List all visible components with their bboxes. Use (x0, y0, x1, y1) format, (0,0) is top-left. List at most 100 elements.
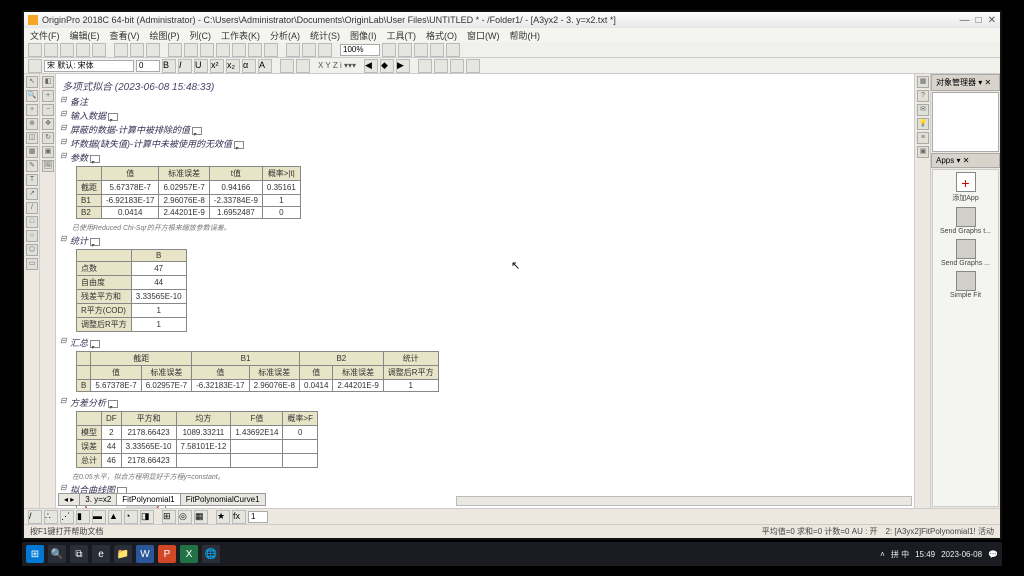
area-plot-button[interactable]: ▲ (108, 510, 122, 524)
arrow-left-button[interactable]: ◀ (364, 59, 378, 73)
bold-button[interactable]: B (162, 59, 176, 73)
add-column-button[interactable] (318, 43, 332, 57)
import-single-button[interactable] (130, 43, 144, 57)
word-icon[interactable]: W (136, 545, 154, 563)
refresh-button[interactable] (248, 43, 262, 57)
italic-button[interactable]: I (178, 59, 192, 73)
scatter-plot-button[interactable]: ∴ (44, 510, 58, 524)
column-plot-button[interactable]: ▮ (76, 510, 90, 524)
function-plot-button[interactable]: fx (232, 510, 246, 524)
pointer-button[interactable] (28, 59, 42, 73)
menu-format[interactable]: 格式(O) (426, 29, 457, 42)
text-tool[interactable]: T (26, 174, 38, 186)
recalculate-button[interactable] (286, 43, 300, 57)
dropdown-icon[interactable] (90, 155, 100, 163)
polygon-tool[interactable]: ⬠ (26, 244, 38, 256)
antialias-button[interactable] (466, 59, 480, 73)
apps-header[interactable]: Apps ▾ ✕ (931, 153, 1000, 168)
results-log-button[interactable] (414, 43, 428, 57)
edge-icon[interactable]: e (92, 545, 110, 563)
rect-tool[interactable]: □ (26, 216, 38, 228)
open-button[interactable] (44, 43, 58, 57)
explorer-icon[interactable]: 📁 (114, 545, 132, 563)
sheet-nav[interactable]: ◂ ▸ (58, 493, 80, 506)
draw-data-tool[interactable]: ✎ (26, 160, 38, 172)
underline-button[interactable]: U (194, 59, 208, 73)
notifications-icon[interactable]: 💬 (988, 550, 998, 559)
maximize-button[interactable]: □ (976, 15, 982, 26)
stats-plot-button[interactable]: ⊞ (162, 510, 176, 524)
dropdown-icon[interactable] (108, 113, 118, 121)
roi-tool[interactable]: ◧ (42, 76, 54, 88)
fontsize-combo[interactable] (136, 60, 160, 72)
zoom-tool[interactable]: 🔍 (26, 90, 38, 102)
new-notes-button[interactable] (232, 43, 246, 57)
object-manager-header[interactable]: 对象管理器 ▾ ✕ (931, 74, 1000, 91)
superscript-button[interactable]: x² (210, 59, 224, 73)
duplicate-button[interactable] (264, 43, 278, 57)
messages-toggle[interactable]: ✉ (917, 104, 929, 116)
task-view-button[interactable]: ⧉ (70, 545, 88, 563)
scale-out-tool[interactable]: − (42, 104, 54, 116)
subscript-button[interactable]: x₂ (226, 59, 240, 73)
menu-plot[interactable]: 绘图(P) (150, 29, 180, 42)
save-button[interactable] (60, 43, 74, 57)
layer-index[interactable] (248, 511, 268, 523)
dropdown-icon[interactable] (234, 141, 244, 149)
screen-reader-tool[interactable]: ⊕ (26, 118, 38, 130)
data-selector-tool[interactable]: ◫ (26, 132, 38, 144)
dropdown-icon[interactable] (108, 400, 118, 408)
menu-worksheet[interactable]: 工作表(K) (221, 29, 260, 42)
new-graph-button[interactable] (184, 43, 198, 57)
pie-plot-button[interactable]: ◔ (124, 510, 138, 524)
minimize-button[interactable]: — (960, 15, 970, 26)
sheet-tab-fit[interactable]: FitPolynomial1 (116, 493, 180, 506)
reader-tool[interactable]: + (26, 104, 38, 116)
arrow-tool[interactable]: ↗ (26, 188, 38, 200)
arrow-both-button[interactable]: ◆ (380, 59, 394, 73)
menu-analysis[interactable]: 分析(A) (270, 29, 300, 42)
code-builder-button[interactable] (302, 43, 316, 57)
rescale-button[interactable] (418, 59, 432, 73)
command-window-button[interactable] (430, 43, 444, 57)
section-summary[interactable]: 汇总 (62, 336, 908, 349)
import-multi-button[interactable] (146, 43, 160, 57)
section-anova[interactable]: 方差分析 (62, 396, 908, 409)
search-button[interactable]: 🔍 (48, 545, 66, 563)
scale-in-tool[interactable]: + (42, 90, 54, 102)
new-project-button[interactable] (28, 43, 42, 57)
dropdown-icon[interactable] (90, 340, 100, 348)
section-masked[interactable]: 屏蔽的数据-计算中被排除的值 (62, 123, 908, 136)
section-notes[interactable]: 备注 (62, 95, 908, 108)
powerpoint-icon[interactable]: P (158, 545, 176, 563)
font-combo[interactable] (44, 60, 134, 72)
menu-view[interactable]: 查看(V) (110, 29, 140, 42)
new-layout-button[interactable] (216, 43, 230, 57)
section-stats[interactable]: 统计 (62, 234, 908, 247)
image-plot-button[interactable]: ▦ (194, 510, 208, 524)
arrow-right-button[interactable]: ▶ (396, 59, 410, 73)
quick-help-toggle[interactable]: ? (917, 90, 929, 102)
section-missing[interactable]: 坏数据(缺失值)-计算中未被使用的无效值 (62, 137, 908, 150)
messages-log-button[interactable] (446, 43, 460, 57)
start-button[interactable]: ⊞ (26, 545, 44, 563)
fill-color-button[interactable] (296, 59, 310, 73)
results-log-toggle[interactable]: ≡ (917, 132, 929, 144)
contour-plot-button[interactable]: ◎ (178, 510, 192, 524)
region-tool[interactable]: ▭ (26, 258, 38, 270)
insert-image-tool[interactable]: 🖼 (42, 160, 54, 172)
line-plot-button[interactable]: / (28, 510, 42, 524)
command-win-toggle[interactable]: ▣ (917, 146, 929, 158)
menu-file[interactable]: 文件(F) (30, 29, 60, 42)
tray-chevron-icon[interactable]: ˄ (880, 550, 885, 559)
browser-icon[interactable]: 🌐 (202, 545, 220, 563)
greek-button[interactable]: α (242, 59, 256, 73)
import-wizard-button[interactable] (114, 43, 128, 57)
line-symbol-button[interactable]: ⋰ (60, 510, 74, 524)
project-explorer-toggle[interactable]: ▦ (917, 76, 929, 88)
project-explorer-button[interactable] (398, 43, 412, 57)
app-add[interactable]: +添加App (935, 172, 996, 203)
zoom-combo[interactable] (340, 44, 380, 56)
sheet-tab-curve[interactable]: FitPolynomialCurve1 (180, 493, 266, 506)
smart-hint-toggle[interactable]: 💡 (917, 118, 929, 130)
